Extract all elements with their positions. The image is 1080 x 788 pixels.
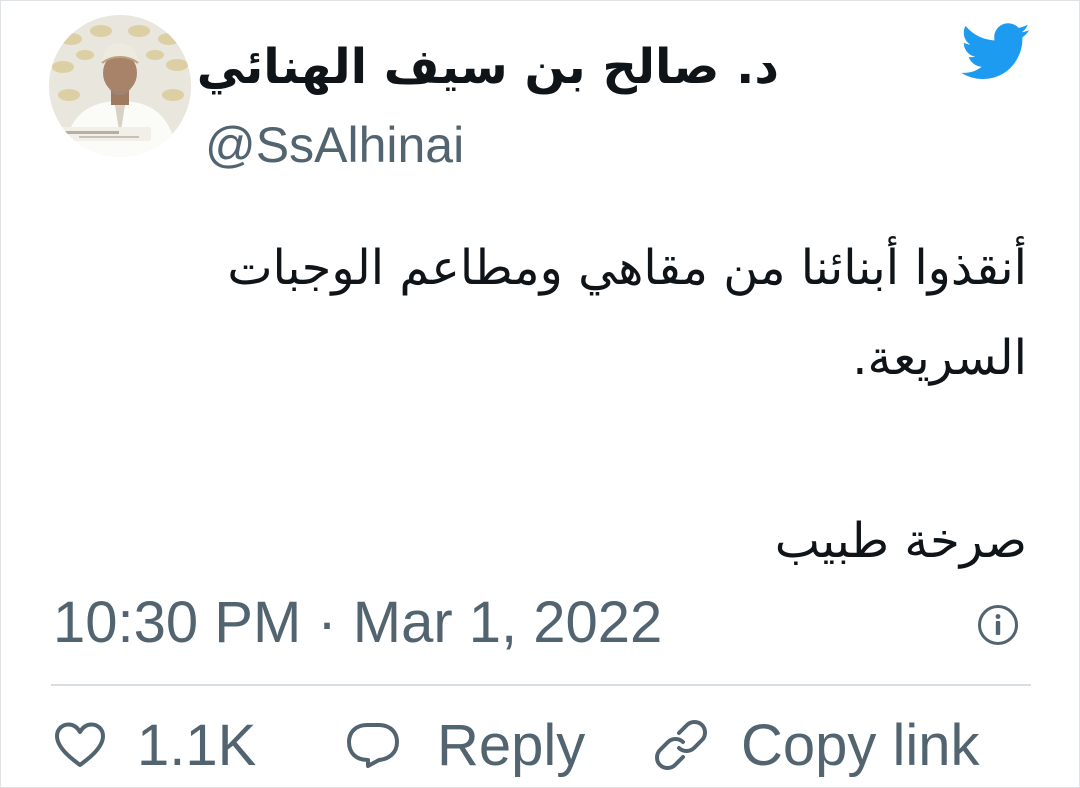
heart-icon: [55, 722, 105, 767]
like-count: 1.1K: [137, 712, 257, 778]
link-icon: [655, 720, 707, 770]
divider: [51, 684, 1031, 686]
copy-link-label: Copy link: [741, 712, 980, 778]
like-button[interactable]: 1.1K: [53, 709, 256, 781]
reply-label: Reply: [437, 712, 586, 778]
tweet-signoff: صرخة طبيب: [774, 513, 1027, 569]
author-handle[interactable]: @SsAlhinai: [205, 113, 464, 177]
tweet-text: أنقذوا أبنائنا من مقاهي ومطاعم الوجبات ا…: [227, 240, 1027, 386]
profile-photo-icon: [49, 15, 191, 157]
info-icon[interactable]: [977, 604, 1019, 646]
avatar[interactable]: [49, 15, 191, 157]
reply-button[interactable]: Reply: [345, 709, 585, 781]
twitter-bird-icon[interactable]: [961, 23, 1031, 81]
tweet-card: د. صالح بن سيف الهنائي @SsAlhinai أنقذوا…: [0, 0, 1080, 788]
copy-link-button[interactable]: Copy link: [653, 709, 980, 781]
author-display-name[interactable]: د. صالح بن سيف الهنائي: [197, 29, 779, 105]
speech-bubble-icon: [347, 723, 399, 768]
tweet-timestamp[interactable]: 10:30 PM · Mar 1, 2022: [53, 587, 662, 659]
